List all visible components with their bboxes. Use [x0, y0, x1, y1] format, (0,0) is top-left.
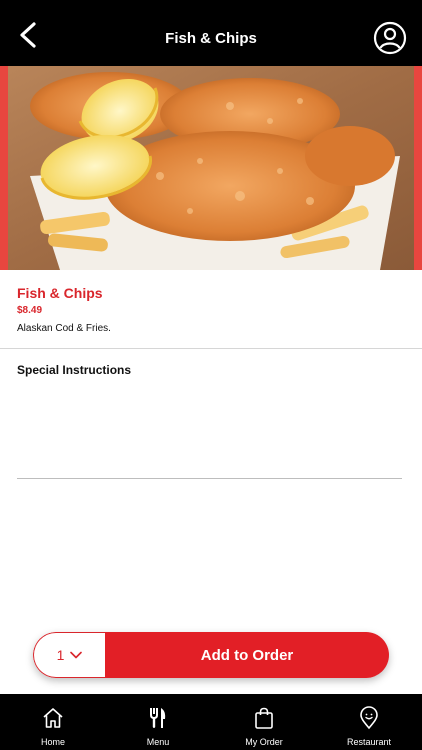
- fork-knife-icon: [150, 708, 166, 728]
- page-title: Fish & Chips: [165, 30, 257, 47]
- tab-label: Menu: [146, 737, 170, 747]
- tab-menu[interactable]: Menu: [108, 694, 208, 750]
- item-name: Fish & Chips: [17, 285, 103, 301]
- item-photo: [0, 66, 422, 270]
- location-pin-icon: [360, 706, 378, 730]
- tab-label: Home: [40, 737, 65, 747]
- item-price: $8.49: [17, 305, 43, 316]
- tab-restaurant[interactable]: Restaurant: [319, 694, 419, 750]
- tab-home[interactable]: Home: [3, 694, 103, 750]
- item-description: Alaskan Cod & Fries.: [17, 323, 111, 334]
- divider: [0, 348, 422, 349]
- home-icon: [43, 708, 63, 728]
- tab-bar: Home Menu My Order Restaurant: [0, 694, 422, 750]
- quantity-value: 1: [56, 647, 65, 663]
- tab-my-order[interactable]: My Order: [214, 694, 314, 750]
- order-bar: 1 Add to Order: [33, 632, 389, 678]
- profile-button[interactable]: [373, 21, 407, 55]
- top-bar: Fish & Chips: [0, 0, 422, 66]
- quantity-select[interactable]: 1: [33, 632, 105, 678]
- tab-label: Restaurant: [346, 737, 392, 747]
- tab-label: My Order: [245, 737, 283, 747]
- user-circle-icon: [373, 21, 407, 55]
- add-to-order-button[interactable]: Add to Order: [105, 632, 389, 678]
- chevron-down-icon: [70, 651, 83, 659]
- shopping-bag-icon: [255, 707, 273, 729]
- instructions-underline: [17, 478, 402, 479]
- special-instructions-label: Special Instructions: [17, 363, 132, 377]
- special-instructions-input[interactable]: [17, 384, 402, 478]
